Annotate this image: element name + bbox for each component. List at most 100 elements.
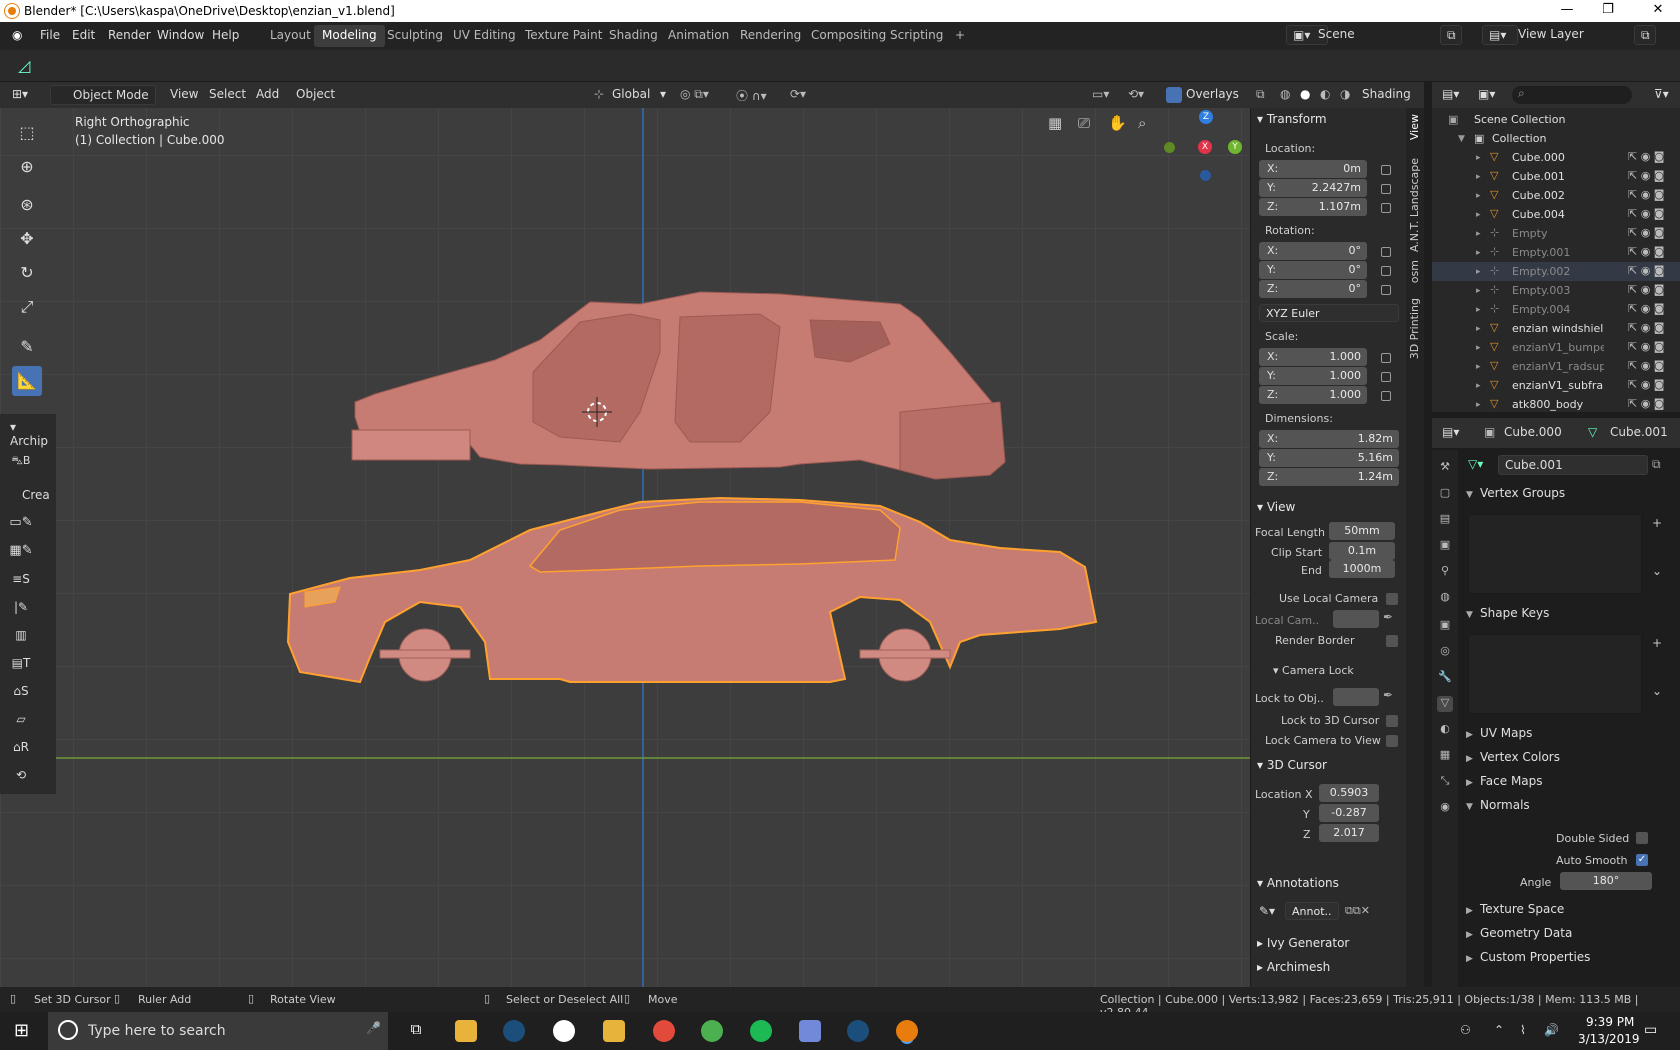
outliner-item[interactable]: ▸ ⊹ Empty.001 ⇱ ◉ ◙ bbox=[1432, 243, 1680, 262]
shape-keys-list[interactable] bbox=[1468, 634, 1642, 714]
outliner-item[interactable]: ▸ ▽ Cube.000 ⇱ ◉ ◙ bbox=[1432, 148, 1680, 167]
lock-rotation-y-icon[interactable] bbox=[1381, 266, 1391, 276]
outliner-item[interactable]: ▸ ▽ atk800_body ⇱ ◉ ◙ bbox=[1432, 395, 1680, 412]
gizmo-y-icon[interactable]: Y bbox=[1228, 140, 1242, 154]
volume-icon[interactable]: 🔊 bbox=[1544, 1023, 1559, 1037]
shape-key-menu-icon[interactable]: ⌄ bbox=[1652, 684, 1662, 698]
kitchen-tool-icon[interactable]: ⟲ bbox=[6, 760, 36, 790]
texture-space-header[interactable]: ▶ Texture Space bbox=[1458, 902, 1680, 924]
tab-scripting[interactable]: Scripting bbox=[882, 25, 951, 47]
pivot-dropdown-icon[interactable]: ▾ bbox=[660, 87, 666, 101]
tab-osm[interactable]: osm bbox=[1408, 260, 1421, 283]
visibility-toggles-icon[interactable]: ⇱ ◉ ◙ bbox=[1628, 283, 1664, 296]
lock-location-z-icon[interactable] bbox=[1381, 203, 1391, 213]
outliner-item[interactable]: ▸ ▽ enzianV1_radsuppo ⇱ ◉ ◙ bbox=[1432, 357, 1680, 376]
chrome-icon[interactable] bbox=[653, 1020, 675, 1042]
menu-file[interactable]: File bbox=[40, 28, 60, 42]
show-gizmo-icon[interactable]: ⟲▾ bbox=[1128, 87, 1144, 101]
new-scene-icon[interactable]: ⧉ bbox=[1440, 25, 1462, 45]
object-mode-dropdown[interactable]: Object Mode bbox=[50, 85, 156, 105]
eyedropper-icon[interactable]: ✒ bbox=[1383, 610, 1393, 624]
file-explorer-icon[interactable] bbox=[455, 1020, 477, 1042]
outliner-item[interactable]: ▸ ⊹ Empty.004 ⇱ ◉ ◙ bbox=[1432, 300, 1680, 319]
editor-type-icon[interactable]: ⊞▾ bbox=[12, 87, 28, 101]
folder-app-icon[interactable] bbox=[603, 1020, 625, 1042]
visibility-toggles-icon[interactable]: ⇱ ◉ ◙ bbox=[1628, 150, 1664, 163]
double-sided-checkbox[interactable] bbox=[1636, 832, 1648, 844]
window-tool-icon[interactable]: ▥ bbox=[6, 620, 36, 650]
outliner-item[interactable]: ▸ ⊹ Empty.002 ⇱ ◉ ◙ bbox=[1432, 262, 1680, 281]
visibility-toggles-icon[interactable]: ⇱ ◉ ◙ bbox=[1628, 188, 1664, 201]
texture-tab-icon[interactable]: ▦ bbox=[1437, 748, 1453, 764]
wall-draw-icon[interactable]: |✎ bbox=[6, 592, 36, 622]
lock-to-cursor-checkbox[interactable] bbox=[1386, 715, 1398, 727]
taskbar-search-box[interactable]: Type here to search 🎤 bbox=[48, 1012, 388, 1050]
shape-keys-header[interactable]: ▼ Shape Keys bbox=[1458, 606, 1680, 628]
camera-lock-header[interactable]: ▾ Camera Lock bbox=[1273, 664, 1354, 677]
cursor-tool-icon[interactable]: ⊕ bbox=[12, 152, 42, 182]
scene-collection-row[interactable]: ▣ Scene Collection bbox=[1432, 110, 1680, 129]
outliner-item[interactable]: ▸ ▽ Cube.002 ⇱ ◉ ◙ bbox=[1432, 186, 1680, 205]
object-tab-icon[interactable]: ▣ bbox=[1437, 618, 1453, 634]
visibility-toggles-icon[interactable]: ⇱ ◉ ◙ bbox=[1628, 302, 1664, 315]
expand-arrow-icon[interactable]: ▸ bbox=[1476, 362, 1481, 372]
fence-tool-icon[interactable]: ▦✎ bbox=[6, 536, 36, 566]
blender-taskbar-icon[interactable] bbox=[896, 1020, 918, 1042]
roof-tool-icon[interactable]: ⌂S bbox=[6, 676, 36, 706]
microphone-icon[interactable]: 🎤 bbox=[366, 1021, 381, 1035]
people-icon[interactable]: ⚇ bbox=[1460, 1023, 1471, 1037]
scale-x-field[interactable]: X: 1.000 bbox=[1259, 348, 1367, 366]
task-view-icon[interactable]: ⧉ bbox=[405, 1020, 427, 1042]
shading-wire-icon[interactable]: ◍ bbox=[1280, 87, 1290, 101]
stair-tool-icon[interactable]: ▤T bbox=[6, 648, 36, 678]
visibility-toggles-icon[interactable]: ⇱ ◉ ◙ bbox=[1628, 378, 1664, 391]
outliner-item[interactable]: ▸ ▽ Cube.001 ⇱ ◉ ◙ bbox=[1432, 167, 1680, 186]
physics-tab-icon[interactable]: ◉ bbox=[1437, 800, 1453, 816]
scene-tab-icon[interactable]: ⚲ bbox=[1437, 564, 1453, 580]
transform-panel-header[interactable]: ▾ Transform bbox=[1257, 112, 1327, 126]
expand-arrow-icon[interactable]: ▸ bbox=[1476, 153, 1481, 163]
pan-view-icon[interactable]: ✋ bbox=[1108, 114, 1128, 134]
lock-eyedropper-icon[interactable]: ✒ bbox=[1383, 688, 1393, 702]
visibility-toggles-icon[interactable]: ⇱ ◉ ◙ bbox=[1628, 264, 1664, 277]
cursor-z-field[interactable]: 2.017 bbox=[1319, 824, 1379, 842]
dimension-z-field[interactable]: Z: 1.24m bbox=[1259, 468, 1399, 486]
output-tab-icon[interactable]: ▤ bbox=[1437, 512, 1453, 528]
3d-viewport[interactable]: Right Orthographic (1) Collection | Cube… bbox=[0, 82, 1250, 987]
focal-length-field[interactable]: 50mm bbox=[1329, 522, 1395, 540]
world-tab-icon[interactable]: ◍ bbox=[1437, 590, 1453, 606]
transform-orientation-dropdown[interactable]: Global bbox=[612, 87, 650, 101]
tab-texture-paint[interactable]: Texture Paint bbox=[517, 25, 610, 47]
gizmo-neg-z-icon[interactable] bbox=[1200, 170, 1211, 181]
overlays-dropdown[interactable]: Overlays bbox=[1186, 87, 1239, 101]
clock-time[interactable]: 9:39 PM bbox=[1586, 1015, 1634, 1029]
wrench-tab-icon[interactable]: 🔧 bbox=[1437, 670, 1453, 686]
slab-tool-icon[interactable]: ≡S bbox=[6, 564, 36, 594]
mesh-datablock-icon[interactable]: ▽▾ bbox=[1468, 457, 1483, 471]
face-maps-header[interactable]: ▶ Face Maps bbox=[1458, 774, 1680, 796]
archimesh-header[interactable]: ▸ Archimesh bbox=[1257, 960, 1330, 974]
lock-to-object-field[interactable] bbox=[1333, 688, 1379, 706]
tab-modeling[interactable]: Modeling bbox=[314, 25, 385, 47]
proportional-edit-icon[interactable]: ⦿ ∩▾ bbox=[736, 87, 767, 104]
expand-arrow-icon[interactable]: ▸ bbox=[1476, 248, 1481, 258]
roof-draw-icon[interactable]: ⌂R bbox=[6, 732, 36, 762]
expand-arrow-icon[interactable]: ▸ bbox=[1476, 305, 1481, 315]
properties-editor-icon[interactable]: ▤▾ bbox=[1442, 425, 1459, 439]
outliner-item[interactable]: ▸ ⊹ Empty.003 ⇱ ◉ ◙ bbox=[1432, 281, 1680, 300]
notifications-icon[interactable]: ▭ bbox=[1644, 1022, 1657, 1038]
vertex-colors-header[interactable]: ▶ Vertex Colors bbox=[1458, 750, 1680, 772]
measure-tool-icon[interactable]: 📐 bbox=[12, 366, 42, 396]
expand-arrow-icon[interactable]: ▸ bbox=[1476, 191, 1481, 201]
snap-icon[interactable]: ◎ ⧉▾ bbox=[680, 87, 709, 102]
mesh-data-tab-icon[interactable]: ▽ bbox=[1437, 696, 1453, 712]
add-shape-key-button[interactable]: + bbox=[1652, 636, 1662, 650]
menu-window[interactable]: Window bbox=[157, 28, 204, 42]
scale-tool-icon[interactable]: ⤢ bbox=[12, 292, 42, 322]
normals-header[interactable]: ▼ Normals bbox=[1458, 798, 1680, 820]
rotation-z-field[interactable]: Z: 0° bbox=[1259, 280, 1367, 298]
menu-view[interactable]: View bbox=[170, 87, 198, 101]
uv-maps-header[interactable]: ▶ UV Maps bbox=[1458, 726, 1680, 748]
xray-toggle-icon[interactable]: ⧉ bbox=[1256, 87, 1265, 102]
add-vertex-group-button[interactable]: + bbox=[1652, 516, 1662, 530]
